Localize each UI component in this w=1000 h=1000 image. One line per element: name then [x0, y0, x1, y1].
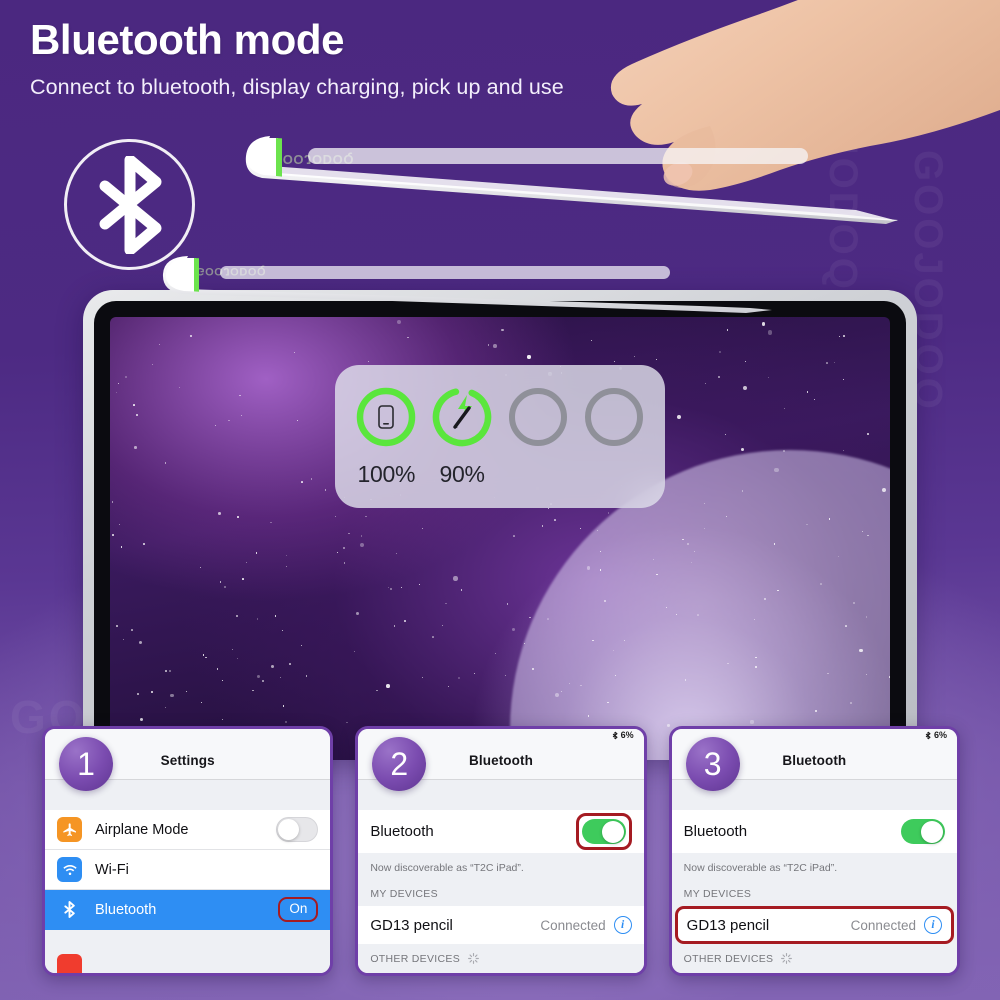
bluetooth-toggle-row[interactable]: Bluetooth — [358, 810, 644, 853]
wifi-icon — [57, 857, 82, 882]
battery-ring — [355, 386, 417, 448]
settings-row-wifi[interactable]: Wi-Fi — [45, 850, 331, 890]
other-devices-label: OTHER DEVICES — [370, 952, 460, 965]
panel-title: Settings — [160, 753, 215, 768]
header: Bluetooth mode Connect to bluetooth, dis… — [30, 16, 564, 100]
page-subtitle: Connect to bluetooth, display charging, … — [30, 74, 564, 99]
poster-stage: GOOJODOQ GOOJODOQ GOOJODOQ GOOJODOQ Blue… — [0, 0, 1000, 1000]
bluetooth-state-value: On — [278, 897, 319, 922]
step-panel-3: 6% Bluetooth 3 Bluetooth Now discoverabl… — [668, 726, 960, 976]
bluetooth-badge — [64, 139, 195, 270]
step-panel-2: 6% Bluetooth 2 Bluetooth Now discoverabl… — [355, 726, 647, 976]
bluetooth-status-icon — [612, 731, 618, 740]
device-name: GD13 pencil — [370, 916, 453, 934]
bluetooth-toggle-label: Bluetooth — [370, 823, 434, 840]
settings-list: Airplane Mode Wi-Fi Bluetooth On — [45, 780, 331, 973]
device-row[interactable]: GD13 pencil Connected i — [358, 906, 644, 944]
battery-ring — [431, 386, 493, 448]
step-number-badge: 3 — [685, 737, 740, 791]
device-row[interactable]: GD13 pencil Connected i — [674, 906, 954, 944]
battery-cell: 90% — [427, 386, 498, 488]
airplane-icon — [57, 817, 82, 842]
other-devices-footer: OTHER DEVICES — [672, 946, 957, 973]
discoverable-note: Now discoverable as “T2C iPad”. — [370, 862, 524, 874]
battery-ring-empty — [507, 386, 569, 448]
settings-row-label: Bluetooth — [95, 901, 157, 918]
page-title: Bluetooth mode — [30, 16, 345, 63]
tablet-device: 100% 90% — [83, 290, 917, 760]
device-name: GD13 pencil — [686, 916, 770, 934]
bluetooth-toggle[interactable] — [900, 819, 945, 844]
notifications-icon-partial — [57, 954, 82, 973]
panel-title: Bluetooth — [469, 753, 533, 768]
battery-cell-empty — [578, 386, 649, 448]
stylus-pen-upper — [245, 136, 899, 224]
step-panels: Settings 1 Airplane Mode Wi-Fi Bluetooth… — [42, 726, 960, 976]
info-icon[interactable]: i — [613, 916, 632, 934]
settings-row-label: Wi-Fi — [95, 861, 129, 878]
settings-row-bluetooth[interactable]: Bluetooth On — [45, 890, 331, 930]
my-devices-header: MY DEVICES — [370, 888, 438, 900]
bluetooth-settings: Bluetooth Now discoverable as “T2C iPad”… — [358, 780, 644, 973]
bluetooth-settings: Bluetooth Now discoverable as “T2C iPad”… — [671, 780, 957, 973]
other-devices-label: OTHER DEVICES — [683, 952, 774, 965]
my-devices-header: MY DEVICES — [683, 888, 752, 900]
bluetooth-toggle-row[interactable]: Bluetooth — [671, 810, 957, 853]
airplane-mode-toggle[interactable] — [276, 817, 319, 842]
bluetooth-toggle-label: Bluetooth — [683, 823, 748, 840]
bluetooth-icon — [57, 897, 82, 922]
bluetooth-status-icon — [925, 731, 931, 740]
step-panel-1: Settings 1 Airplane Mode Wi-Fi Bluetooth… — [42, 726, 334, 976]
step-number-badge: 1 — [59, 737, 113, 791]
status-battery-percent: 6% — [620, 730, 634, 740]
stylus-pen-lower — [162, 256, 772, 313]
status-battery-percent: 6% — [933, 730, 947, 740]
battery-cell-empty — [503, 386, 574, 448]
bluetooth-toggle[interactable] — [581, 819, 626, 844]
info-icon[interactable]: i — [923, 916, 942, 934]
settings-row-label: Airplane Mode — [95, 821, 189, 838]
device-state: Connected — [850, 917, 916, 933]
battery-percent: 90% — [439, 461, 485, 487]
device-state: Connected — [540, 917, 606, 933]
settings-row-airplane-mode[interactable]: Airplane Mode — [45, 810, 331, 850]
discoverable-note: Now discoverable as “T2C iPad”. — [683, 862, 838, 874]
panel-title: Bluetooth — [782, 753, 847, 768]
battery-percent: 100% — [357, 461, 416, 487]
toggle-highlight-box — [575, 813, 632, 850]
battery-cell: 100% — [351, 386, 422, 488]
battery-status-widget: 100% 90% — [335, 365, 665, 508]
other-devices-footer: OTHER DEVICES — [358, 946, 643, 973]
loading-spinner-icon — [781, 953, 793, 964]
battery-ring-empty — [583, 386, 645, 448]
tablet-bezel: 100% 90% — [94, 301, 906, 760]
step-number-badge: 2 — [372, 737, 427, 791]
tablet-screen: 100% 90% — [110, 317, 890, 760]
bluetooth-icon — [99, 155, 161, 254]
loading-spinner-icon — [468, 953, 479, 964]
